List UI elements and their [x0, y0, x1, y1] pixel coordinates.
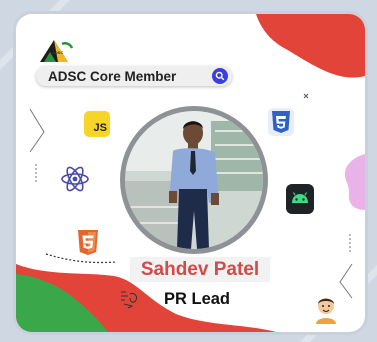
logo-text: ADSC	[52, 50, 64, 55]
react-icon	[61, 166, 89, 192]
js-icon: JS	[84, 111, 110, 137]
member-name: Sahdev Patel	[140, 258, 260, 280]
member-role: PR Lead	[164, 290, 231, 308]
css3-icon	[268, 108, 294, 136]
android-icon	[286, 184, 314, 214]
profile-card-canvas: ADSC ADSC Core Member JS Sahdev Patel PR…	[0, 0, 377, 342]
name-box: Sahdev Patel	[130, 257, 270, 282]
member-card: ADSC ADSC Core Member JS Sahdev Patel PR…	[16, 14, 365, 332]
html5-icon	[78, 230, 98, 255]
profile-photo-image	[125, 111, 263, 249]
membership-pill: ADSC Core Member	[36, 66, 232, 86]
sketch-doodle-icon	[121, 291, 137, 309]
search-icon	[212, 68, 228, 84]
cartoon-avatar-icon	[316, 298, 336, 324]
profile-photo	[120, 106, 268, 254]
membership-label: ADSC Core Member	[48, 68, 177, 84]
